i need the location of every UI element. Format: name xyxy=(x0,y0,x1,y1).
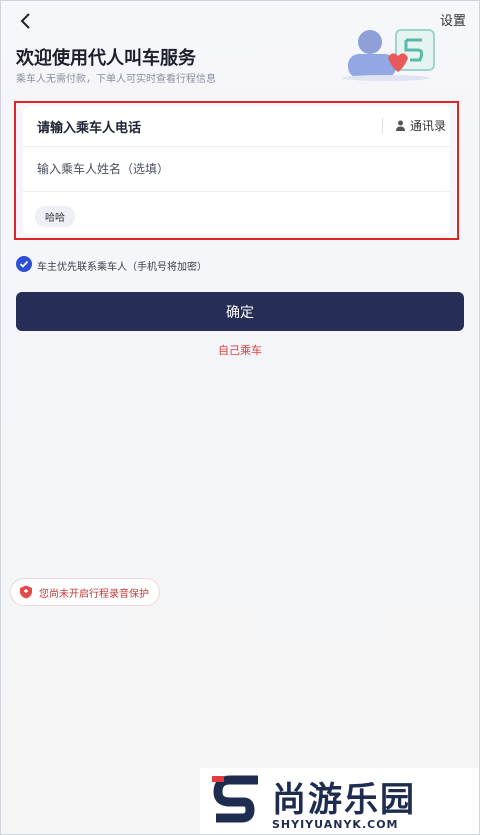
shield-icon xyxy=(20,585,32,599)
divider xyxy=(382,118,383,134)
hero-illustration xyxy=(342,29,435,81)
check-icon xyxy=(19,260,29,268)
page-subtitle: 乘车人无需付款，下单人可实时查看行程信息 xyxy=(16,74,216,85)
recording-label: 您尚未开启行程录音保护 xyxy=(39,588,149,600)
name-input[interactable]: 输入乘车人姓名（选填） xyxy=(37,160,169,177)
person-icon xyxy=(396,120,405,131)
watermark: 尚游乐园 SHYIYUANYK.COM xyxy=(200,768,480,835)
recent-passenger-chip[interactable]: 哈哈 xyxy=(35,206,75,227)
back-button[interactable] xyxy=(12,8,38,34)
chevron-left-icon xyxy=(20,13,30,29)
contacts-button[interactable]: 通讯录 xyxy=(395,117,446,134)
privacy-checkbox[interactable] xyxy=(16,256,32,272)
recording-protection-pill[interactable]: 您尚未开启行程录音保护 xyxy=(10,578,160,606)
privacy-label: 车主优先联系乘车人（手机号将加密） xyxy=(37,262,207,273)
self-ride-link[interactable]: 自己乘车 xyxy=(0,342,480,358)
watermark-url: SHYIYUANYK.COM xyxy=(272,818,399,831)
watermark-brand: 尚游乐园 xyxy=(272,780,416,820)
confirm-button[interactable]: 确定 xyxy=(16,292,464,331)
name-row: 输入乘车人姓名（选填） xyxy=(23,146,450,192)
watermark-logo-icon xyxy=(212,775,258,823)
phone-row: 请输入乘车人电话 通讯录 xyxy=(23,106,450,147)
contacts-label: 通讯录 xyxy=(410,119,447,133)
passenger-form-card: 请输入乘车人电话 通讯录 输入乘车人姓名（选填） 哈哈 xyxy=(23,106,450,234)
phone-input[interactable]: 请输入乘车人电话 xyxy=(37,117,141,136)
page-title: 欢迎使用代人叫车服务 xyxy=(16,48,196,69)
